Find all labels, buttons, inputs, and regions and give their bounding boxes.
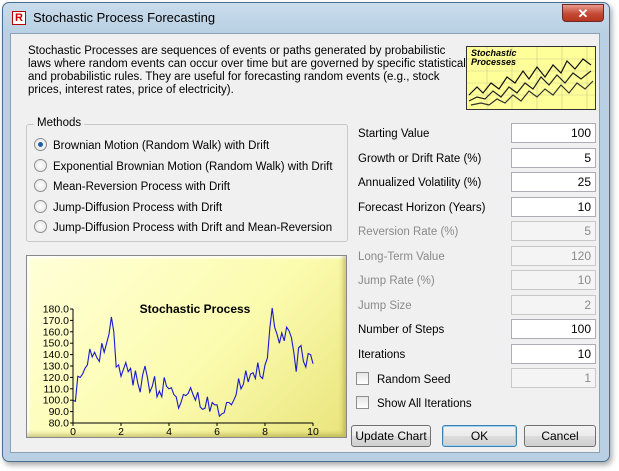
param-field[interactable]: 120 — [511, 245, 596, 266]
param-field[interactable]: 100 — [511, 319, 596, 339]
method-option-1[interactable]: Brownian Motion (Random Walk) with Drift — [34, 138, 269, 154]
y-tick-label: 150.0 — [43, 338, 69, 350]
y-tick-label: 140.0 — [43, 349, 69, 361]
y-tick-label: 90.0 — [49, 406, 70, 418]
y-tick-label: 100.0 — [43, 395, 69, 407]
param-label: Jump Size — [358, 299, 412, 312]
method-option-label: Brownian Motion (Random Walk) with Drift — [53, 140, 270, 152]
param-label: Starting Value — [358, 128, 430, 140]
x-tick-label: 4 — [166, 426, 172, 437]
param-field[interactable]: 10 — [511, 343, 596, 364]
param-label: Annualized Volatility (%) — [358, 177, 482, 189]
param-field[interactable]: 5 — [511, 221, 596, 241]
param-label: Growth or Drift Rate (%) — [358, 152, 482, 165]
param-label: Jump Rate (%) — [358, 275, 435, 287]
method-option-4[interactable]: Jump-Diffusion Process with Drift — [34, 199, 223, 216]
radio-button[interactable] — [34, 220, 47, 233]
param-field[interactable]: 25 — [511, 172, 596, 192]
method-option-label: Jump-Diffusion Process with Drift — [53, 201, 223, 214]
chart-panel: Stochastic Process 80.0 90.0 100.0 110.0 120.… — [26, 255, 347, 438]
param-label: Reversion Rate (%) — [358, 226, 459, 238]
window-title: Stochastic Process Forecasting — [33, 10, 216, 25]
radio-button[interactable] — [34, 199, 47, 213]
show-all-iterations-check-box[interactable] — [356, 396, 369, 409]
param-label: Iterations — [358, 348, 406, 361]
param-field[interactable]: 5 — [511, 147, 596, 168]
y-tick-label: 120.0 — [43, 372, 69, 384]
title-bar[interactable]: R Stochastic Process Forecasting ✕ — [3, 3, 609, 33]
method-option-3[interactable]: Mean-Reversion Process with Drift — [34, 179, 230, 195]
update-chart-button[interactable]: Update Chart — [351, 425, 431, 447]
stochastic-processes-thumbnail: Stochastic Processes — [466, 46, 596, 110]
x-tick-label: 6 — [214, 426, 220, 437]
method-option-2[interactable]: Exponential Brownian Motion (Random Walk… — [34, 158, 333, 175]
param-field[interactable]: 10 — [511, 196, 596, 217]
random-seed-checkbox[interactable]: Random Seed — [356, 372, 451, 387]
param-field[interactable]: 10 — [511, 270, 596, 290]
chart-title: Stochastic Process — [140, 302, 251, 316]
radio-button[interactable] — [34, 158, 47, 172]
y-tick-label: 130.0 — [43, 361, 69, 373]
dialog-window: R Stochastic Process Forecasting ✕ Stoch… — [2, 2, 610, 462]
y-tick-label: 110.0 — [44, 383, 70, 395]
series-line — [72, 307, 314, 418]
random-seed-check-box[interactable] — [356, 372, 369, 385]
x-tick-label: 8 — [262, 426, 268, 437]
y-tick-label: 160.0 — [43, 326, 69, 338]
x-tick-label: 0 — [70, 426, 76, 437]
cancel-button[interactable]: Cancel — [524, 425, 596, 447]
dialog-body: Stochastic Processes are sequences of ev… — [10, 33, 600, 453]
method-option-label: Exponential Brownian Motion (Random Walk… — [53, 160, 333, 173]
show-all-iterations-checkbox[interactable]: Show All Iterations — [356, 396, 472, 411]
radio-button[interactable] — [34, 179, 47, 192]
app-logo-icon: R — [12, 11, 26, 25]
x-tick-label: 2 — [118, 426, 124, 437]
ok-button[interactable]: OK — [442, 425, 517, 447]
radio-button[interactable] — [34, 138, 47, 151]
y-tick-label: 170.0 — [43, 315, 69, 327]
param-label: Long-Term Value — [358, 250, 445, 263]
method-option-5[interactable]: Jump-Diffusion Process with Drift and Me… — [34, 220, 332, 236]
method-option-label: Jump-Diffusion Process with Drift and Me… — [53, 222, 333, 234]
description-text: Stochastic Processes are sequences of ev… — [28, 45, 466, 96]
y-tick-label: 180.0 — [43, 304, 69, 316]
thumbnail-title: Stochastic Processes — [471, 48, 517, 67]
x-tick-label: 10 — [307, 426, 319, 437]
y-tick-label: 80.0 — [49, 418, 70, 430]
close-button[interactable]: ✕ — [562, 4, 604, 22]
param-label: Forecast Horizon (Years) — [358, 201, 486, 214]
method-option-label: Mean-Reversion Process with Drift — [53, 181, 231, 193]
random-seed-field[interactable]: 1 — [511, 368, 596, 388]
param-field[interactable]: 2 — [511, 294, 596, 315]
stochastic-process-chart: Stochastic Process 80.090.0100.0110.0120.… — [43, 302, 319, 438]
param-field[interactable]: 100 — [511, 123, 596, 143]
methods-legend: Methods — [34, 117, 85, 129]
param-label: Number of Steps — [358, 324, 445, 336]
